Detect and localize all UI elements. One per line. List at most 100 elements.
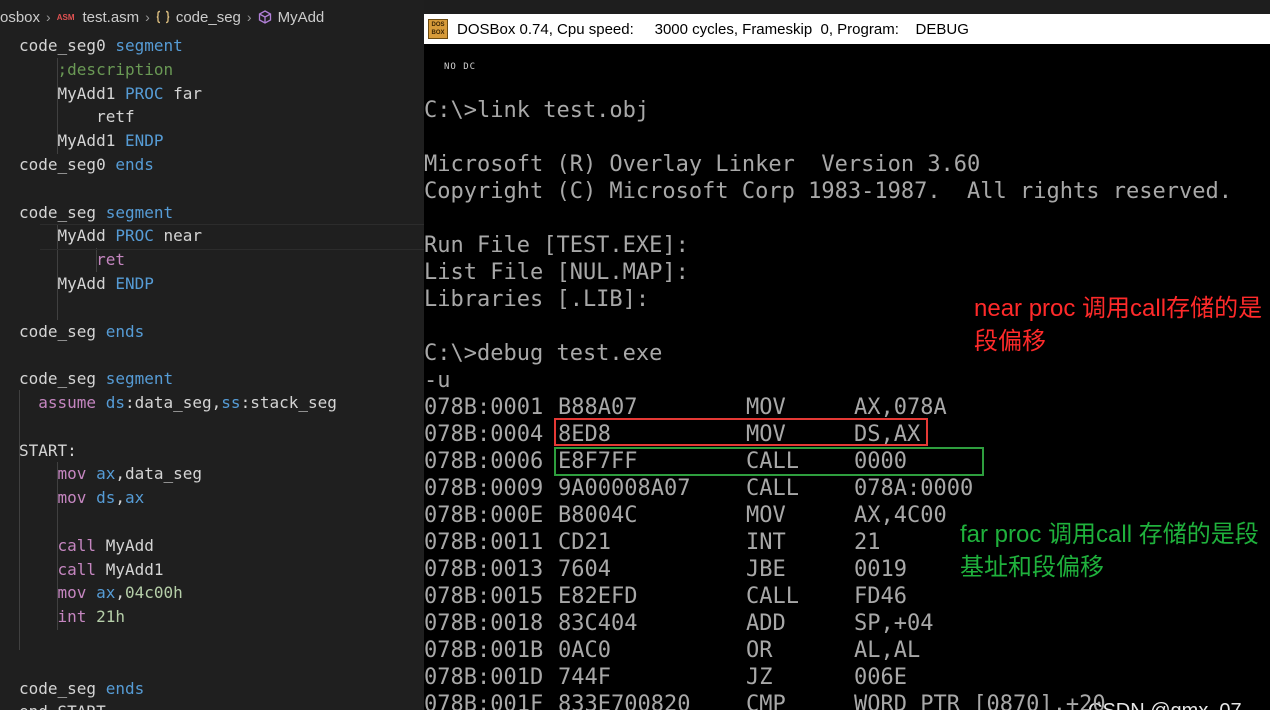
code-token: 04c00h [124,583,183,603]
code-token: , [115,488,125,508]
code-line[interactable]: code_seg ends [19,677,144,701]
disasm-addr: 078B:0006 [424,449,544,474]
disasm-bytes: 9A00008A07 [558,476,691,501]
disasm-addr: 078B:0011 [424,530,544,555]
disasm-args: AL,AL [854,638,921,663]
disasm-op: CALL [746,449,799,474]
breadcrumb-symbol[interactable]: MyAdd [278,9,325,26]
disasm-row: 078B:0001 B88A07 MOV AX,078A [424,394,1270,421]
code-line[interactable]: call MyAdd [19,534,154,558]
code-line[interactable]: ;description [19,58,174,82]
code-token: ends [105,678,145,698]
disasm-op: CALL [746,476,799,501]
code-token: ax [96,583,116,603]
code-token: MyAdd1 [19,131,125,151]
terminal-line: C:\>link test.obj [424,98,650,123]
code-line[interactable]: START: [19,439,77,463]
code-line[interactable]: code_seg segment [19,367,173,391]
code-token: code_seg [19,678,106,698]
chevron-right-icon: › [46,9,51,25]
breadcrumb: osbox › ASM test.asm › code_seg › MyAdd [0,0,424,34]
code-line[interactable]: retf [19,105,135,129]
disasm-op: CMP [746,692,786,710]
disasm-op: MOV [746,422,786,447]
code-token: segment [115,36,183,55]
near-proc-annotation: near proc 调用call存储的是段偏移 [974,295,1263,355]
code-token: MyAdd1 [96,559,164,579]
dos-terminal[interactable]: NO DC near proc 调用call存储的是段偏移 far proc 调… [424,44,1270,710]
disasm-op: JZ [746,665,773,690]
code-token: code_seg0 [19,36,116,55]
dosbox-window[interactable]: DOS BOX DOSBox 0.74, Cpu speed: 3000 cyc… [424,14,1270,710]
disasm-args: DS,AX [854,422,921,447]
code-line[interactable]: MyAdd1 PROC far [19,82,203,106]
code-line[interactable]: MyAdd PROC near [19,224,203,248]
code-token: ss [221,393,241,412]
disasm-addr: 078B:0013 [424,557,544,582]
breadcrumb-segment[interactable]: code_seg [176,9,241,26]
code-line[interactable]: mov ax,04c00h [19,581,183,605]
code-token: call [57,535,97,555]
code-token: ds [105,393,125,412]
disasm-bytes: CD21 [558,530,611,555]
disasm-row: 078B:001F 833E700820 CMP WORD PTR [0870],+2… [424,691,1270,710]
code-line[interactable]: MyAdd ENDP [19,272,154,296]
terminal-line: Libraries [.LIB]: [424,287,650,312]
disasm-bytes: B8004C [558,503,638,528]
breadcrumb-file[interactable]: test.asm [82,9,139,26]
code-line[interactable]: code_seg segment [19,201,173,225]
code-token: ax [124,488,145,508]
code-token: retf [19,107,135,127]
cube-icon [258,10,271,24]
nodc-label: NO DC [444,62,477,72]
code-line[interactable]: code_seg0 ends [19,153,154,177]
logo-text-top: DOS [431,22,445,28]
disasm-args: SP,+04 [854,611,934,636]
asm-file-icon: ASM [56,12,75,22]
disasm-bytes: 8ED8 [558,422,611,447]
code-token: mov [57,464,87,484]
code-line[interactable]: MyAdd1 ENDP [19,129,164,153]
code-token: ends [115,155,154,174]
code-line[interactable]: mov ds,ax [19,486,145,510]
code-token: segment [105,369,174,389]
code-editor[interactable]: osbox › ASM test.asm › code_seg › MyAdd … [0,0,424,710]
code-token: far [163,83,203,103]
code-token: mov [57,488,87,508]
disasm-args: 21 [854,530,881,555]
window-titlebar[interactable]: DOS BOX DOSBox 0.74, Cpu speed: 3000 cyc… [424,14,1270,44]
chevron-right-icon: › [246,9,252,25]
breadcrumb-folder[interactable]: osbox [0,9,40,26]
disasm-bytes: 0AC0 [558,638,611,663]
disasm-args: 006E [854,665,907,690]
code-token: 21h [96,607,125,627]
code-line[interactable]: code_seg ends [19,320,144,344]
disasm-op: ADD [746,611,786,636]
disasm-op: MOV [746,503,786,528]
code-token: call [57,559,97,579]
code-line[interactable]: call MyAdd1 [19,558,164,582]
code-line[interactable]: mov ax,data_seg [19,462,203,486]
code-line[interactable]: end START [19,700,106,710]
disasm-bytes: E82EFD [558,584,638,609]
braces-icon [156,10,170,24]
code-line[interactable]: int 21h [19,605,125,629]
disasm-op: INT [746,530,786,555]
disasm-op: OR [746,638,773,663]
code-token: code_seg [19,369,106,389]
disasm-row: 078B:001D 744F JZ 006E [424,664,1270,691]
terminal-line: Run File [TEST.EXE]: [424,233,689,258]
code-line[interactable]: code_seg0 segment [19,34,183,58]
disasm-addr: 078B:001D [424,665,544,690]
code-line[interactable]: ret [19,248,125,272]
disasm-row: 078B:0004 8ED8 MOV DS,AX [424,421,1270,448]
code-line[interactable]: assume ds:data_seg,ss:stack_seg [19,391,337,415]
